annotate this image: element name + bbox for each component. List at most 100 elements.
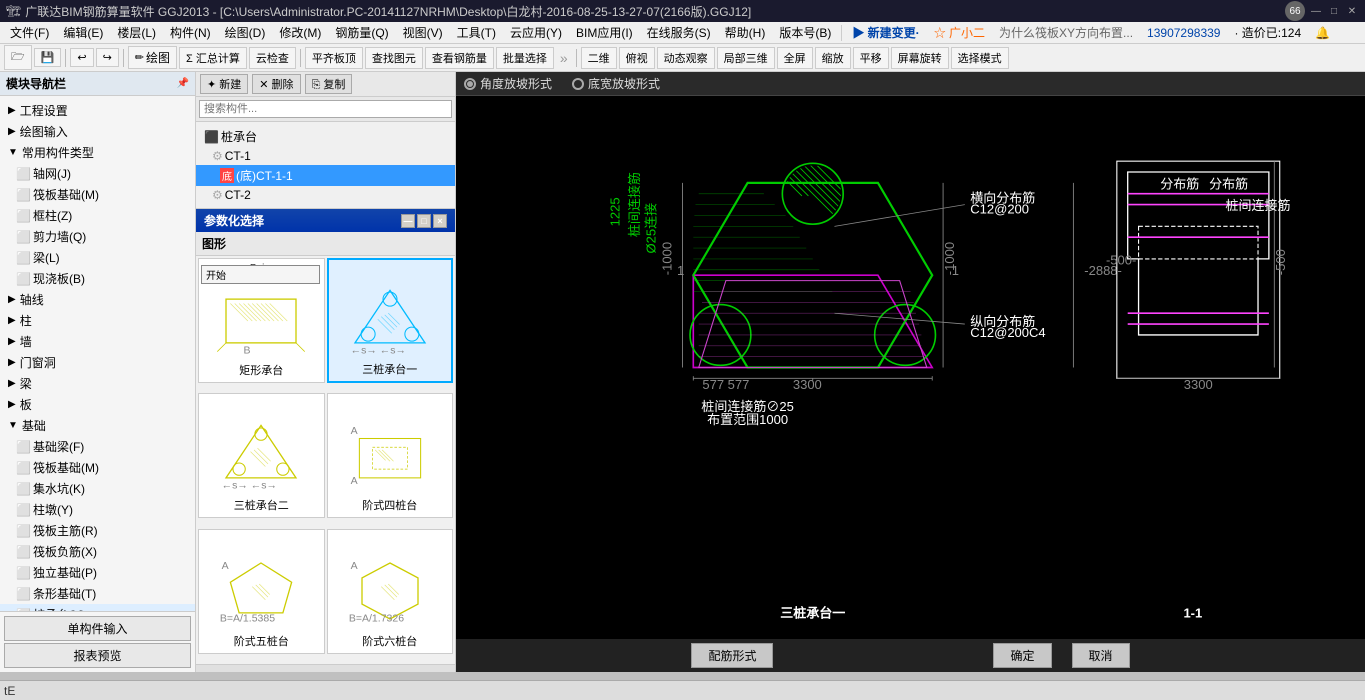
panel-maximize-btn[interactable]: □ [417, 214, 431, 228]
shape-tri-cap-1[interactable]: ←s→ ←s→ 三桩承台一 [327, 258, 454, 383]
copy-component-btn[interactable]: ⎘ 复制 [305, 74, 353, 94]
sidebar-item-strip[interactable]: ⬜ 条形基础(T) [0, 583, 195, 604]
panel-close-btn[interactable]: × [433, 214, 447, 228]
sidebar-pin[interactable]: 📌 [177, 78, 189, 89]
tree-ct1-1-label: (底)CT-1-1 [236, 167, 293, 184]
sidebar-item-common[interactable]: ▼ 常用构件类型 [0, 142, 195, 163]
fullscreen-btn[interactable]: 全屏 [777, 47, 813, 69]
pei-jin-btn[interactable]: 配筋形式 [691, 643, 773, 668]
new-component-btn[interactable]: ✦ 新建 [200, 74, 248, 94]
tree-ct1[interactable]: ⚙ CT-1 [196, 147, 455, 165]
sidebar-item-axis-group[interactable]: ▶ 轴线 [0, 289, 195, 310]
svg-text:-500-: -500- [1106, 252, 1136, 267]
menu-view[interactable]: 视图(V) [397, 22, 449, 43]
arrow-icon: ▼ [8, 420, 18, 431]
menu-cloud[interactable]: 云应用(Y) [504, 22, 568, 43]
sidebar-item-raft-neg[interactable]: ⬜ 筏板负筋(X) [0, 541, 195, 562]
sidebar-item-beam[interactable]: ⬜ 梁(L) [0, 247, 195, 268]
dynamic-view-btn[interactable]: 动态观察 [657, 47, 715, 69]
sidebar-item-slab[interactable]: ⬜ 现浇板(B) [0, 268, 195, 289]
sidebar-item-raft2[interactable]: ⬜ 筏板基础(M) [0, 457, 195, 478]
sidebar-item-raft-main[interactable]: ⬜ 筏板主筋(R) [0, 520, 195, 541]
menu-component[interactable]: 构件(N) [164, 22, 217, 43]
toolbar-new[interactable]: 🗁 [4, 45, 32, 70]
menu-tools[interactable]: 工具(T) [451, 22, 502, 43]
maximize-button[interactable]: □ [1327, 4, 1341, 18]
sidebar-item-engineering[interactable]: ▶ 工程设置 [0, 100, 195, 121]
shape-tri-cap-2[interactable]: ←s→ ←s→ 三桩承台二 [198, 393, 325, 518]
sidebar-item-foundation-beam[interactable]: ⬜ 基础梁(F) [0, 436, 195, 457]
cloud-btn[interactable]: 云检查 [249, 47, 296, 69]
sidebar-item-foundation[interactable]: ▼ 基础 [0, 415, 195, 436]
toolbar-save[interactable]: 💾 [34, 48, 62, 67]
sidebar-item-wall-group[interactable]: ▶ 墙 [0, 331, 195, 352]
search-input[interactable] [199, 100, 452, 118]
sidebar-item-axis[interactable]: ⬜ 轴网(J) [0, 163, 195, 184]
option-angle[interactable]: 角度放坡形式 [464, 75, 552, 92]
find-dim-btn[interactable]: 查找图元 [365, 47, 423, 69]
new-change-btn[interactable]: ▶ 新建变更· [846, 22, 925, 43]
shape-rect-cap[interactable]: Poi... 开始 B [198, 258, 325, 383]
sidebar-item-isolated[interactable]: ⬜ 独立基础(P) [0, 562, 195, 583]
sidebar-item-slab-group[interactable]: ▶ 板 [0, 394, 195, 415]
single-input-btn[interactable]: 单构件输入 [4, 616, 191, 641]
batch-btn[interactable]: 批量选择 [496, 47, 554, 69]
shape-step-6[interactable]: A B=A/1.7326 阶式六桩台 [327, 529, 454, 654]
pan-btn[interactable]: 平移 [853, 47, 889, 69]
sidebar-item-shear-wall[interactable]: ⬜ 剪力墙(Q) [0, 226, 195, 247]
toolbar-redo[interactable]: ↪ [96, 48, 119, 67]
menu-version[interactable]: 版本号(B) [773, 22, 837, 43]
cancel-btn[interactable]: 取消 [1072, 643, 1130, 668]
tree-pile-cap[interactable]: ⬛ 桩承台 [196, 126, 455, 147]
minimize-button[interactable]: — [1309, 4, 1323, 18]
arrow-icon: ▶ [8, 105, 16, 116]
tree-ct2[interactable]: ⚙ CT-2 [196, 186, 455, 204]
menu-online[interactable]: 在线服务(S) [641, 22, 717, 43]
sidebar-item-opening[interactable]: ▶ 门窗洞 [0, 352, 195, 373]
menu-modify[interactable]: 修改(M) [273, 22, 327, 43]
ct2-icon: ⚙ [212, 188, 223, 202]
2d-btn[interactable]: 二维 [581, 47, 617, 69]
menu-edit[interactable]: 编辑(E) [57, 22, 109, 43]
select-mode-btn[interactable]: 选择模式 [951, 47, 1009, 69]
sum-btn[interactable]: Σ 汇总计算 [179, 47, 247, 69]
sidebar-item-raft[interactable]: ⬜ 筏板基础(M) [0, 184, 195, 205]
view-mode-btn[interactable]: 俯视 [619, 47, 655, 69]
sidebar-item-col-group[interactable]: ▶ 柱 [0, 310, 195, 331]
draw-btn[interactable]: ✏ 绘图 [128, 46, 177, 69]
panel-win-btns: — □ × [401, 214, 447, 228]
confirm-btn[interactable]: 确定 [993, 643, 1051, 668]
tree-ct1-1[interactable]: 底 (底)CT-1-1 [196, 165, 455, 186]
sidebar-item-sump[interactable]: ⬜ 集水坑(K) [0, 478, 195, 499]
zoom-btn[interactable]: 缩放 [815, 47, 851, 69]
sidebar-item-pile-cap[interactable]: ⬜ 桩承台(V) [0, 604, 195, 611]
delete-component-btn[interactable]: ✕ 删除 [252, 74, 300, 94]
sidebar-item-column[interactable]: ⬜ 框柱(Z) [0, 205, 195, 226]
svg-text:3300: 3300 [793, 377, 822, 392]
menu-draw[interactable]: 绘图(D) [219, 22, 272, 43]
shape-step-4[interactable]: A A 阶式四桩台 [327, 393, 454, 518]
report-preview-btn[interactable]: 报表预览 [4, 643, 191, 668]
menu-help[interactable]: 帮助(H) [719, 22, 772, 43]
sidebar-item-drawing[interactable]: ▶ 绘图输入 [0, 121, 195, 142]
flat-btn[interactable]: 平齐板顶 [305, 47, 363, 69]
shape-step-5[interactable]: A B=A/1.5385 阶式五桩台 [198, 529, 325, 654]
panel-minimize-btn[interactable]: — [401, 214, 415, 228]
menu-bim[interactable]: BIM应用(I) [570, 22, 639, 43]
menu-file[interactable]: 文件(F) [4, 22, 55, 43]
sidebar-item-beam-group[interactable]: ▶ 梁 [0, 373, 195, 394]
parametric-title: 参数化选择 [204, 212, 264, 229]
option-width[interactable]: 底宽放坡形式 [572, 75, 660, 92]
cad-view[interactable]: 3300 577 577 -1000 -1000 桩间连接筋 Ø25连接 122… [456, 96, 1365, 639]
guangxiao-btn[interactable]: ☆ 广小二 [928, 22, 991, 43]
menu-rebar[interactable]: 钢筋量(Q) [329, 22, 394, 43]
close-button[interactable]: ✕ [1345, 4, 1359, 18]
component-icon: ⬜ [16, 461, 31, 475]
screen-rotate-btn[interactable]: 屏幕旋转 [891, 47, 949, 69]
sidebar-item-pier[interactable]: ⬜ 柱墩(Y) [0, 499, 195, 520]
view-rebar-btn[interactable]: 查看钢筋量 [425, 47, 494, 69]
toolbar-undo[interactable]: ↩ [70, 48, 93, 67]
menu-floor[interactable]: 楼层(L) [111, 22, 162, 43]
local3d-btn[interactable]: 局部三维 [717, 47, 775, 69]
cad-drawing: 3300 577 577 -1000 -1000 桩间连接筋 Ø25连接 122… [456, 96, 1365, 639]
